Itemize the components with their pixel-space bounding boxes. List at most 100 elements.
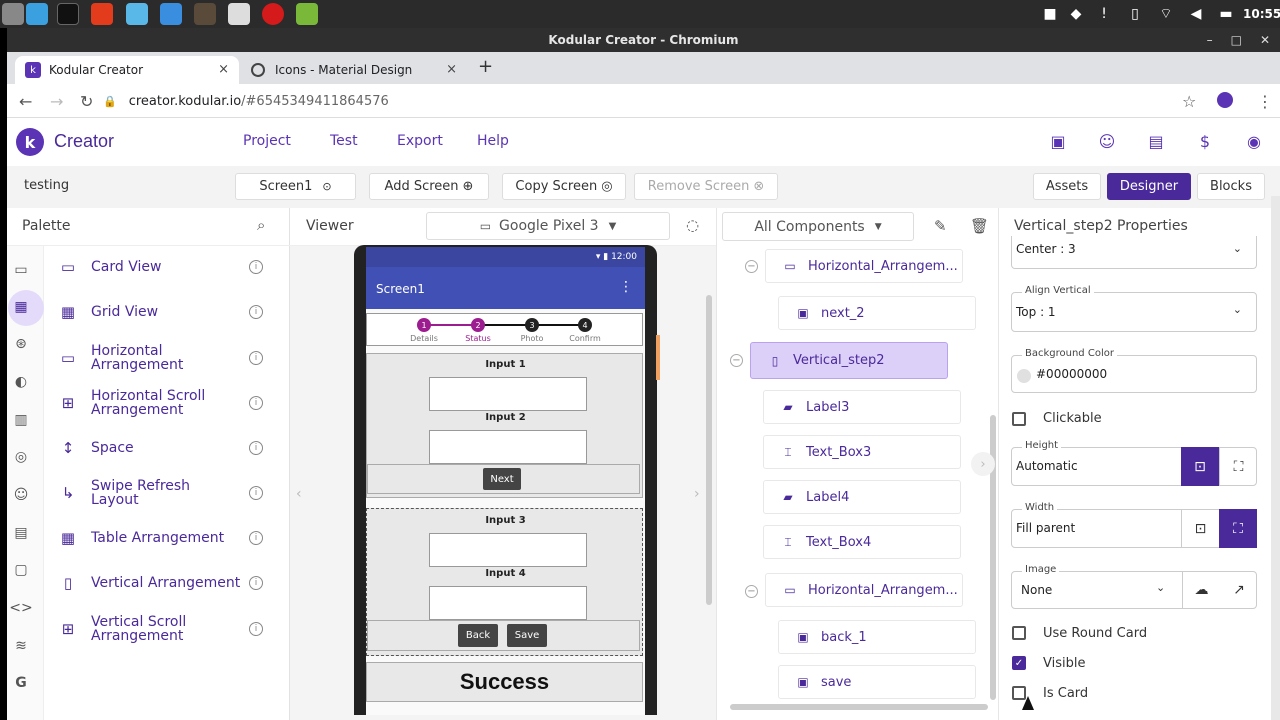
tree-node-label3[interactable]: ▰ Label3	[763, 390, 961, 424]
use-round-card-checkbox[interactable]	[1012, 626, 1026, 640]
alert-icon[interactable]: !	[1094, 4, 1114, 24]
edit-pencil-icon[interactable]: ✎	[934, 217, 947, 235]
tree-node-vertical-step2[interactable]: ▯ Vertical_step2	[750, 342, 948, 379]
tree-scrollbar-horizontal[interactable]	[730, 704, 988, 710]
editor-app-icon[interactable]	[194, 3, 216, 25]
back-arrow-icon[interactable]: ←	[19, 92, 32, 111]
components-filter[interactable]: All Components ▼	[722, 212, 914, 241]
user-interface-category-icon[interactable]: ▭	[11, 260, 31, 280]
record-app-icon[interactable]	[262, 3, 284, 25]
camera-icon[interactable]: ■	[1040, 4, 1060, 24]
visible-checkbox[interactable]: ✓	[1012, 656, 1026, 670]
palette-item-swipe-refresh-layout[interactable]: ↳ Swipe Refresh Layout i	[58, 473, 283, 513]
designer-button[interactable]: Designer	[1107, 173, 1191, 200]
tree-node-text-box4[interactable]: ⌶ Text_Box4	[763, 525, 961, 559]
shield-icon[interactable]: ◆	[1066, 4, 1086, 24]
page-scrollbar[interactable]	[1271, 196, 1280, 720]
tree-node-label4[interactable]: ▰ Label4	[763, 480, 961, 514]
cloud-upload-icon[interactable]: ☁	[1182, 571, 1220, 609]
blocks-button[interactable]: Blocks	[1197, 173, 1265, 200]
close-tab-icon[interactable]: ×	[446, 62, 457, 77]
extension-icon[interactable]	[1217, 92, 1233, 108]
wifi-icon[interactable]: ⌔	[1155, 4, 1177, 24]
vertical-step1[interactable]: Input 1 Input 2 Next	[366, 353, 643, 498]
align-horizontal-select[interactable]: Center : 3 ⌄	[1011, 236, 1257, 269]
tree-node-text-box3[interactable]: ⌶ Text_Box3	[763, 435, 961, 469]
collapse-icon[interactable]: −	[745, 585, 758, 598]
folder-star-icon[interactable]: ▣	[1047, 130, 1069, 152]
next-button[interactable]: Next	[483, 468, 521, 490]
volume-icon[interactable]: ◀	[1185, 4, 1207, 24]
width-field[interactable]: Width Fill parent ⊡ ⛶	[1011, 502, 1257, 548]
new-tab-button[interactable]: +	[478, 56, 493, 77]
image-field[interactable]: Image None ⌄ ☁ ↗	[1011, 564, 1258, 609]
social-category-icon[interactable]: ☺	[11, 485, 31, 505]
fill-parent-icon[interactable]: ⛶	[1219, 509, 1257, 548]
align-vertical-select[interactable]: Align Vertical Top : 1 ⌄	[1011, 285, 1257, 332]
feed-category-icon[interactable]: ≋	[11, 636, 31, 656]
battery-icon[interactable]: ▬	[1215, 4, 1237, 24]
reload-icon[interactable]: ↻	[80, 92, 93, 111]
media-category-icon[interactable]: ⊛	[11, 334, 31, 354]
automatic-size-icon[interactable]: ⊡	[1181, 509, 1219, 548]
tree-node-horizontal-arrangement[interactable]: ▭ Horizontal_Arrangem...	[765, 249, 963, 283]
office-app-icon[interactable]	[91, 3, 113, 25]
android-app-icon[interactable]	[296, 3, 318, 25]
text-box-1[interactable]	[429, 377, 587, 411]
assets-button[interactable]: Assets	[1033, 173, 1101, 200]
automatic-size-icon[interactable]: ⊡	[1181, 447, 1219, 486]
tree-node-next-2[interactable]: ▣ next_2	[778, 296, 976, 330]
notes-app-icon[interactable]	[126, 3, 148, 25]
info-icon[interactable]: i	[249, 486, 263, 500]
open-external-icon[interactable]: ↗	[1220, 571, 1258, 609]
delete-trash-icon[interactable]: 🗑	[970, 217, 989, 235]
palette-item-card-view[interactable]: ▭ Card View i	[58, 247, 283, 287]
add-screen-button[interactable]: Add Screen ⊕	[369, 173, 489, 200]
docs-icon[interactable]: ▤	[1145, 130, 1167, 152]
palette-item-vertical-arrangement[interactable]: ▯ Vertical Arrangement i	[58, 563, 283, 603]
palette-item-table-arrangement[interactable]: ▦ Table Arrangement i	[58, 518, 283, 558]
google-category-icon[interactable]: G	[11, 673, 31, 693]
palette-item-space[interactable]: ↕ Space i	[58, 428, 283, 468]
remove-screen-button[interactable]: Remove Screen ⊗	[634, 173, 778, 200]
storage-category-icon[interactable]: ▤	[11, 523, 31, 543]
copy-screen-button[interactable]: Copy Screen ◎	[502, 173, 626, 200]
collapse-icon[interactable]: −	[730, 354, 743, 367]
chrome-menu-icon[interactable]: ⋮	[1257, 92, 1273, 111]
safari-app-icon[interactable]	[160, 3, 182, 25]
expand-panel-chevron-icon[interactable]: ›	[971, 452, 995, 476]
info-icon[interactable]: i	[249, 576, 263, 590]
height-field[interactable]: Height Automatic ⊡ ⛶	[1011, 440, 1257, 486]
text-box-4[interactable]	[429, 586, 587, 620]
sensors-category-icon[interactable]: ◎	[11, 447, 31, 467]
url-field[interactable]: 🔒 creator.kodular.io /#6545349411864576	[103, 88, 1203, 114]
clickable-checkbox[interactable]	[1012, 412, 1026, 426]
overflow-menu-icon[interactable]: ⋮	[619, 279, 633, 295]
maps-category-icon[interactable]: ▥	[11, 410, 31, 430]
terminal-app-icon[interactable]	[57, 3, 79, 25]
chevron-left-icon[interactable]: ‹	[296, 486, 314, 510]
viewer-scrollbar[interactable]	[706, 295, 712, 605]
text-box-3[interactable]	[429, 533, 587, 567]
info-icon[interactable]: i	[249, 622, 263, 636]
text-box-2[interactable]	[429, 430, 587, 464]
drawing-category-icon[interactable]: ◐	[11, 372, 31, 392]
palette-item-vertical-scroll-arrangement[interactable]: ⊞ Vertical Scroll Arrangement i	[58, 609, 283, 649]
info-icon[interactable]: i	[249, 531, 263, 545]
account-icon[interactable]: ◉	[1243, 130, 1265, 152]
tree-node-back-1[interactable]: ▣ back_1	[778, 620, 976, 654]
close-window-button[interactable]: ✕	[1260, 33, 1270, 47]
battery-device-icon[interactable]: ▯	[1124, 4, 1146, 24]
maximize-button[interactable]: □	[1231, 33, 1242, 47]
layout-category-icon[interactable]: ▦	[11, 297, 31, 317]
palette-item-horizontal-arrangement[interactable]: ▭ Horizontal Arrangement i	[58, 338, 283, 378]
background-color-field[interactable]: Background Color #00000000	[1011, 348, 1257, 393]
info-icon[interactable]: i	[249, 351, 263, 365]
menu-test[interactable]: Test	[330, 133, 358, 149]
palette-item-horizontal-scroll-arrangement[interactable]: ⊞ Horizontal Scroll Arrangement i	[58, 383, 283, 423]
menu-export[interactable]: Export	[397, 133, 443, 149]
search-icon[interactable]: ⌕	[257, 216, 265, 234]
close-tab-icon[interactable]: ×	[218, 62, 229, 77]
code-category-icon[interactable]: <>	[9, 598, 32, 618]
dollar-icon[interactable]: $	[1194, 130, 1216, 152]
